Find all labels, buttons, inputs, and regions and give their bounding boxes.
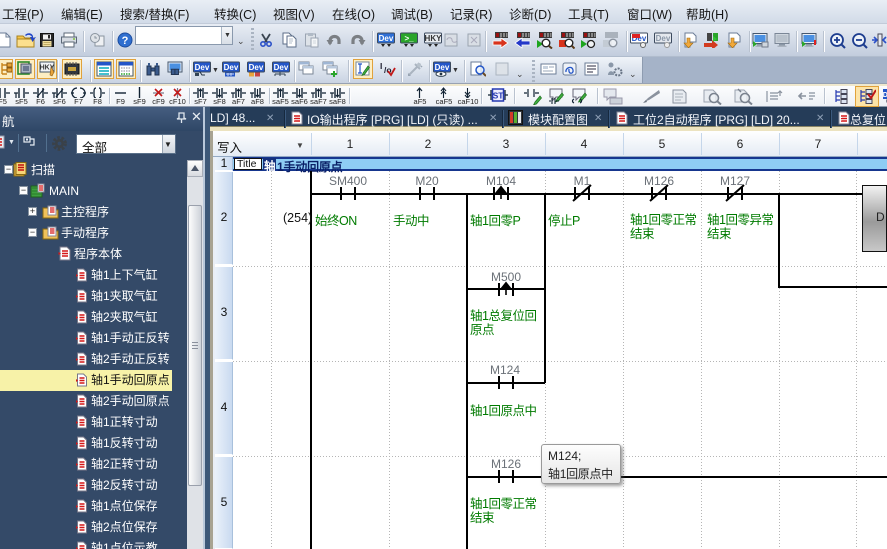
svg-text:>_: >_ (404, 34, 414, 43)
svg-text:Dev: Dev (656, 34, 671, 43)
svg-text:Dev: Dev (224, 63, 239, 72)
svg-text:Dev: Dev (195, 63, 210, 72)
svg-text:Dev: Dev (435, 63, 450, 72)
svg-text:DEV: DEV (883, 92, 887, 99)
svg-text:Dev: Dev (274, 63, 289, 72)
svg-text:?: ? (122, 35, 129, 47)
svg-text:I: I (380, 61, 382, 71)
svg-text:Dev: Dev (249, 63, 264, 72)
svg-text:Dev: Dev (379, 34, 394, 43)
svg-text:ST: ST (493, 91, 505, 101)
svg-text:HKY: HKY (425, 34, 442, 43)
